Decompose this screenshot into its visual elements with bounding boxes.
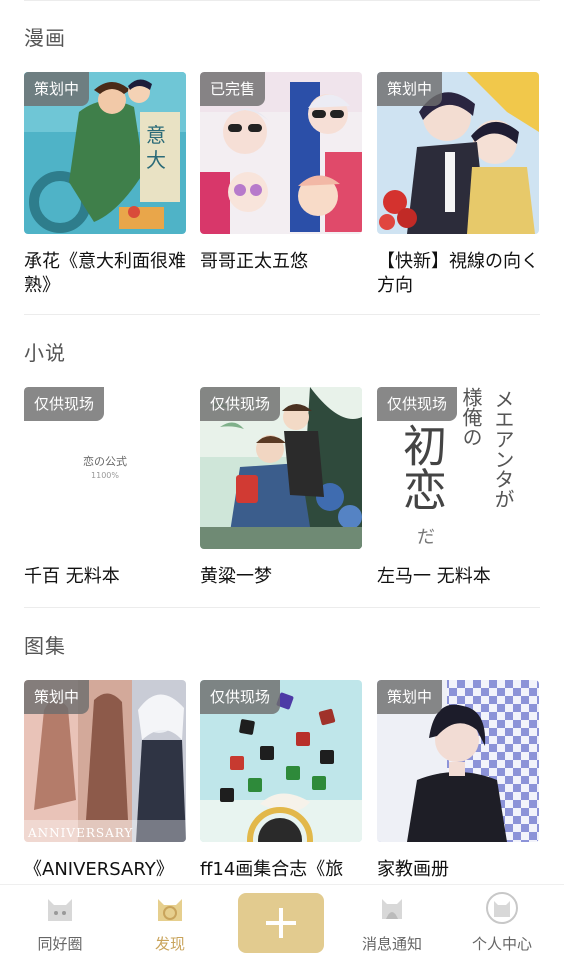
section-title-comics: 漫画 [24, 26, 66, 50]
cover-small-text: だ [417, 527, 435, 548]
nav-label: 发现 [154, 935, 185, 953]
cover-big-text: 初恋 [395, 423, 446, 511]
cover-text: 恋の公式 [83, 455, 127, 468]
svg-text:意: 意 [146, 123, 166, 147]
status-badge: 仅供现场 [200, 680, 281, 714]
card-title[interactable]: 【快新】視線の向く方向 [377, 250, 539, 298]
nav-label: 消息通知 [361, 935, 422, 953]
comic-cover-2[interactable]: 已完售 [200, 72, 362, 234]
nav-item-discover[interactable]: 发现 [120, 891, 220, 954]
novel-card-1[interactable]: 恋の公式 1100% 仅供现场 千百 无料本 [24, 387, 186, 589]
novel-cover-2[interactable]: 仅供现场 [200, 387, 362, 549]
cat-discover-icon [158, 899, 182, 921]
artbook-cover-1[interactable]: ANNIVERSARY 策划中 [24, 680, 186, 842]
status-badge: 仅供现场 [377, 387, 458, 421]
card-title[interactable]: 左马一 无料本 [377, 565, 539, 589]
card-title[interactable]: 承花《意大利面很难熟》 [24, 250, 186, 298]
card-title[interactable]: 千百 无料本 [24, 565, 186, 589]
nav-label: 同好圈 [37, 935, 83, 953]
artbook-card-3[interactable]: 策划中 家教画册 [377, 680, 539, 882]
nav-item-community[interactable]: 同好圈 [10, 891, 110, 954]
profile-cat-icon [486, 892, 518, 924]
novel-cover-1[interactable]: 恋の公式 1100% 仅供现场 [24, 387, 186, 549]
svg-text:大: 大 [146, 148, 166, 172]
nav-item-profile[interactable]: 个人中心 [452, 891, 552, 954]
section-divider [24, 314, 540, 315]
comic-card-3[interactable]: 策划中 【快新】視線の向く方向 [377, 72, 539, 298]
section-title-novels: 小说 [24, 341, 66, 365]
nav-label: 个人中心 [471, 935, 532, 953]
status-badge: 策划中 [24, 72, 90, 106]
nav-item-notifications[interactable]: 消息通知 [342, 891, 442, 954]
artbook-cover-3[interactable]: 策划中 [377, 680, 539, 842]
cover-text: ANNIVERSARY [28, 826, 134, 840]
section-divider [24, 607, 540, 608]
novel-card-3[interactable]: 初恋 メエアンタが 様俺の だ 仅供现场 左马一 无料本 [377, 387, 539, 589]
comic-cover-1[interactable]: 意 大 策划中 [24, 72, 186, 234]
novel-card-2[interactable]: 仅供现场 黄粱一梦 [200, 387, 362, 589]
card-title[interactable]: 黄粱一梦 [200, 565, 362, 589]
artbook-card-2[interactable]: 仅供现场 ff14画集合志《旅 [200, 680, 362, 882]
card-title[interactable]: 哥哥正太五悠 [200, 250, 362, 274]
top-divider [24, 0, 540, 1]
cover-side-text-1: メエアンタが [491, 389, 515, 509]
comic-cover-3[interactable]: 策划中 [377, 72, 539, 234]
artbook-cover-2[interactable]: 仅供现场 [200, 680, 362, 842]
comic-card-2[interactable]: 已完售 哥哥正太五悠 [200, 72, 362, 274]
card-title[interactable]: 家教画册 [377, 858, 539, 882]
status-badge: 策划中 [24, 680, 90, 714]
novel-cover-3[interactable]: 初恋 メエアンタが 様俺の だ 仅供现场 [377, 387, 539, 549]
cat-community-icon [48, 899, 72, 921]
bell-cat-icon [382, 899, 402, 919]
artbook-card-1[interactable]: ANNIVERSARY 策划中 《ANIVERSARY》 [24, 680, 186, 882]
status-badge: 仅供现场 [24, 387, 105, 421]
status-badge: 仅供现场 [200, 387, 281, 421]
add-button[interactable] [238, 893, 324, 953]
cover-subtext: 1100% [91, 471, 119, 480]
section-title-artbooks: 图集 [24, 634, 66, 658]
comic-card-1[interactable]: 意 大 策划中 承花《意大利面很难熟》 [24, 72, 186, 298]
card-title[interactable]: 《ANIVERSARY》 [24, 858, 186, 882]
card-title[interactable]: ff14画集合志《旅 [200, 858, 362, 882]
cover-side-text-2: 様俺の [459, 387, 483, 447]
status-badge: 已完售 [200, 72, 266, 106]
plus-icon [266, 908, 296, 938]
status-badge: 策划中 [377, 72, 443, 106]
status-badge: 策划中 [377, 680, 443, 714]
bottom-navigation: 同好圈 发现 消息通知 个人中心 [0, 884, 564, 960]
